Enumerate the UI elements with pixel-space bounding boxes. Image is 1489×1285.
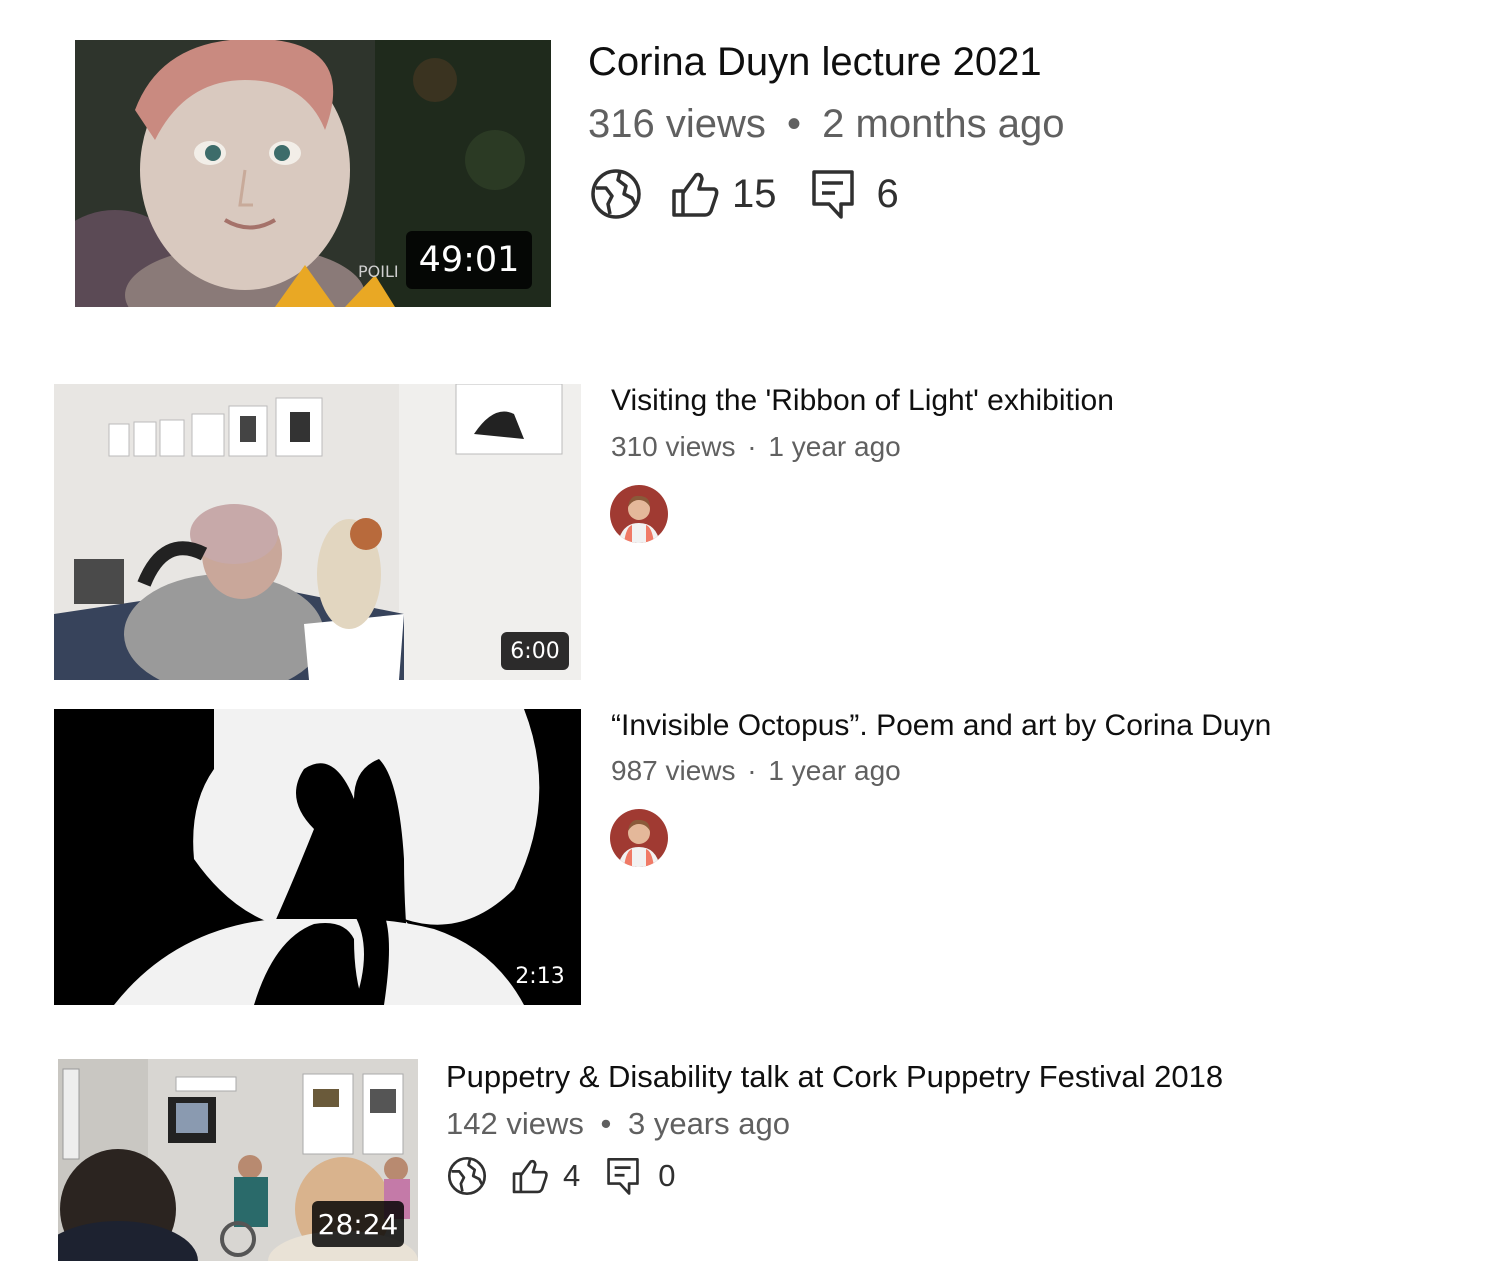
video-title[interactable]: Corina Duyn lecture 2021: [588, 40, 1042, 85]
duration-text: 2:13: [515, 963, 565, 989]
video-meta: 142 views • 3 years ago: [446, 1106, 790, 1142]
duration-text: 28:24: [317, 1207, 399, 1241]
avatar[interactable]: [610, 485, 668, 543]
meta-separator: •: [600, 1106, 612, 1141]
video-meta: 310 views · 1 year ago: [611, 431, 901, 463]
duration-badge: 28:24: [312, 1201, 404, 1247]
upload-age: 1 year ago: [768, 431, 901, 462]
comment-icon[interactable]: [606, 1157, 640, 1195]
video-thumbnail[interactable]: 6:00: [54, 384, 581, 680]
meta-separator: ·: [747, 755, 757, 786]
like-count: 15: [732, 171, 777, 216]
globe-icon: [447, 1156, 487, 1196]
video-stats: 4 0: [447, 1156, 676, 1196]
like-icon[interactable]: [511, 1157, 549, 1195]
meta-separator: ·: [747, 431, 757, 462]
upload-age: 1 year ago: [768, 755, 901, 786]
view-count: 310 views: [611, 431, 736, 462]
duration-badge: 2:13: [509, 957, 571, 995]
video-title[interactable]: Puppetry & Disability talk at Cork Puppe…: [446, 1059, 1223, 1095]
octopus-thumbnail-image: [54, 709, 581, 1005]
view-count: 316 views: [588, 102, 766, 146]
view-count: 142 views: [446, 1106, 584, 1141]
thumbnail-caption: POILI: [358, 262, 399, 281]
video-thumbnail[interactable]: POILI 49:01: [75, 40, 551, 307]
duration-badge: 49:01: [406, 231, 532, 289]
view-count: 987 views: [611, 755, 736, 786]
globe-icon: [590, 168, 642, 220]
like-icon[interactable]: [670, 169, 720, 219]
video-stats: 15 6: [590, 167, 899, 221]
video-thumbnail[interactable]: 2:13: [54, 709, 581, 1005]
duration-text: 49:01: [418, 240, 520, 280]
upload-age: 2 months ago: [822, 102, 1065, 146]
upload-age: 3 years ago: [627, 1106, 790, 1141]
comment-icon[interactable]: [811, 169, 855, 219]
video-meta: 987 views · 1 year ago: [611, 755, 901, 787]
video-meta: 316 views • 2 months ago: [588, 102, 1065, 147]
meta-separator: •: [787, 102, 802, 146]
comment-count: 0: [658, 1158, 676, 1193]
like-count: 4: [563, 1158, 581, 1193]
video-title[interactable]: Visiting the 'Ribbon of Light' exhibitio…: [611, 384, 1114, 418]
video-title[interactable]: “Invisible Octopus”. Poem and art by Cor…: [611, 709, 1271, 743]
duration-text: 6:00: [510, 638, 560, 664]
duration-badge: 6:00: [501, 632, 569, 670]
avatar[interactable]: [610, 809, 668, 867]
comment-count: 6: [876, 171, 899, 216]
video-thumbnail[interactable]: 28:24: [58, 1059, 418, 1261]
